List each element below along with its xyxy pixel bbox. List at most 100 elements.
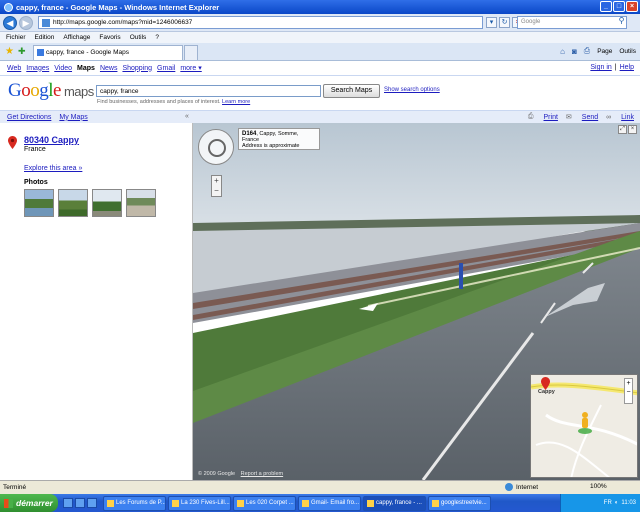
link-link[interactable]: Link bbox=[621, 114, 634, 121]
quick-launch-icon[interactable] bbox=[87, 498, 97, 508]
tools-menu[interactable]: Outils bbox=[619, 48, 636, 55]
get-directions-link[interactable]: Get Directions bbox=[7, 114, 51, 121]
google-bar: Web Images Video Maps News Shopping Gmai… bbox=[0, 61, 640, 75]
forward-button[interactable]: ▶ bbox=[19, 15, 33, 30]
add-favorite-icon[interactable]: ✚ bbox=[18, 46, 26, 57]
menu-help[interactable]: ? bbox=[155, 34, 159, 41]
fullscreen-icon[interactable]: ⤢ bbox=[618, 125, 627, 134]
close-button[interactable]: × bbox=[626, 1, 638, 12]
photo-thumbnail[interactable] bbox=[126, 189, 156, 217]
mini-map-zoom[interactable]: + − bbox=[624, 378, 633, 404]
photo-thumbnail[interactable] bbox=[58, 189, 88, 217]
menu-favoris[interactable]: Favoris bbox=[99, 34, 120, 41]
zoom-out-button[interactable]: − bbox=[212, 186, 221, 196]
address-bar: ◀ ▶ http://maps.google.com/maps?mid=1246… bbox=[0, 14, 640, 32]
photo-thumbnail[interactable] bbox=[92, 189, 122, 217]
close-street-view-icon[interactable]: × bbox=[628, 125, 637, 134]
my-maps-link[interactable]: My Maps bbox=[59, 114, 87, 121]
taskbar: démarrer Les Forums de P... La 230 Fives… bbox=[0, 494, 640, 512]
search-maps-button[interactable]: Search Maps bbox=[323, 84, 380, 98]
app-icon bbox=[432, 499, 439, 507]
task-button-active[interactable]: cappy, france - ... bbox=[363, 495, 426, 511]
print-link[interactable]: Print bbox=[544, 114, 558, 121]
tab-active[interactable]: cappy, france - Google Maps bbox=[33, 45, 183, 60]
feeds-icon[interactable]: ◙ bbox=[572, 47, 577, 56]
sign-in-link[interactable]: Sign in bbox=[590, 64, 611, 71]
page-menu[interactable]: Page bbox=[597, 48, 612, 55]
clock[interactable]: 11:03 bbox=[621, 500, 636, 506]
refresh-icon[interactable]: ↻ bbox=[499, 17, 510, 28]
explore-area-link[interactable]: Explore this area » bbox=[24, 165, 82, 172]
zoom-in-button[interactable]: + bbox=[212, 176, 221, 186]
favorites-star-icon[interactable]: ★ bbox=[5, 46, 14, 57]
maximize-button[interactable]: □ bbox=[613, 1, 625, 12]
gbar-video[interactable]: Video bbox=[54, 65, 72, 72]
task-list: Les Forums de P... La 230 Fives-Lill... … bbox=[103, 495, 491, 511]
search-hint: Find businesses, addresses and places of… bbox=[97, 99, 250, 105]
search-icon[interactable]: ⚲ bbox=[616, 16, 627, 29]
search-options-link[interactable]: Show search options bbox=[384, 87, 440, 93]
new-tab-button[interactable] bbox=[184, 45, 198, 60]
photos-heading: Photos bbox=[24, 179, 48, 186]
mini-zoom-out-button[interactable]: − bbox=[625, 388, 632, 397]
task-button[interactable]: Les 020 Corpet ... bbox=[233, 495, 296, 511]
maps-search-input[interactable]: cappy, france bbox=[96, 85, 321, 97]
mini-zoom-in-button[interactable]: + bbox=[625, 379, 632, 388]
gbar-web[interactable]: Web bbox=[7, 65, 21, 72]
zone-label: Internet bbox=[516, 483, 539, 491]
gbar-separator: | bbox=[614, 64, 617, 71]
language-indicator[interactable]: FR bbox=[604, 500, 612, 506]
help-link[interactable]: Help bbox=[620, 64, 634, 71]
quick-launch-icon[interactable] bbox=[63, 498, 73, 508]
mini-map[interactable]: Cappy + − bbox=[530, 374, 638, 478]
task-button[interactable]: googlestreetvie... bbox=[428, 495, 491, 511]
photo-thumbnail[interactable] bbox=[24, 189, 54, 217]
menu-outils[interactable]: Outils bbox=[130, 34, 147, 41]
street-view-nav-control[interactable] bbox=[198, 129, 234, 165]
copyright-text: © 2009 Google bbox=[198, 471, 236, 477]
quick-launch bbox=[63, 498, 97, 508]
send-link[interactable]: Send bbox=[582, 114, 598, 121]
collapse-sidebar-icon[interactable]: « bbox=[185, 113, 189, 120]
gbar-images[interactable]: Images bbox=[26, 65, 49, 72]
start-button[interactable]: démarrer bbox=[0, 494, 58, 512]
menu-bar: Fichier Edition Affichage Favoris Outils… bbox=[0, 32, 640, 43]
tab-bar: ★ ✚ cappy, france - Google Maps ⌂ ◙ ⎙ Pa… bbox=[0, 43, 640, 61]
zoom-level[interactable]: 100% bbox=[590, 483, 607, 490]
menu-fichier[interactable]: Fichier bbox=[6, 34, 26, 41]
street-view-panorama[interactable]: + − D164, Cappy, Somme, France Address i… bbox=[193, 123, 640, 480]
menu-edition[interactable]: Edition bbox=[35, 34, 55, 41]
pegman-icon[interactable] bbox=[577, 411, 593, 435]
street-view-zoom[interactable]: + − bbox=[211, 175, 222, 197]
gbar-news[interactable]: News bbox=[100, 65, 118, 72]
google-maps-logo[interactable]: Google maps bbox=[8, 80, 94, 102]
home-icon[interactable]: ⌂ bbox=[560, 47, 565, 56]
pan-ring-icon[interactable] bbox=[208, 139, 226, 157]
menu-affichage[interactable]: Affichage bbox=[63, 34, 90, 41]
task-label: cappy, france - ... bbox=[376, 500, 422, 506]
learn-more-link[interactable]: Learn more bbox=[222, 99, 250, 105]
tab-label: cappy, france - Google Maps bbox=[46, 49, 129, 56]
place-title-link[interactable]: 80340 Cappy bbox=[24, 135, 79, 145]
minimize-button[interactable]: _ bbox=[600, 1, 612, 12]
start-label: démarrer bbox=[16, 498, 53, 508]
tray-icon[interactable]: ◐ bbox=[615, 500, 619, 506]
task-button[interactable]: La 230 Fives-Lill... bbox=[168, 495, 231, 511]
task-label: La 230 Fives-Lill... bbox=[181, 500, 230, 506]
gbar-shopping[interactable]: Shopping bbox=[122, 65, 152, 72]
window-title: cappy, france - Google Maps - Windows In… bbox=[16, 2, 220, 12]
report-problem-link[interactable]: Report a problem bbox=[241, 471, 284, 477]
task-button[interactable]: Gmail- Email fro... bbox=[298, 495, 361, 511]
gbar-gmail[interactable]: Gmail bbox=[157, 65, 175, 72]
task-button[interactable]: Les Forums de P... bbox=[103, 495, 166, 511]
back-button[interactable]: ◀ bbox=[3, 15, 17, 30]
print-icon[interactable]: ⎙ bbox=[584, 46, 590, 56]
gbar-more[interactable]: more ▾ bbox=[180, 64, 201, 72]
quick-launch-icon[interactable] bbox=[75, 498, 85, 508]
browser-search-input[interactable]: Google bbox=[517, 16, 627, 29]
dropdown-icon[interactable]: ▾ bbox=[486, 17, 497, 28]
gbar-maps-current: Maps bbox=[77, 64, 95, 72]
url-field[interactable]: http://maps.google.com/maps?mid=12460066… bbox=[38, 16, 483, 29]
globe-icon bbox=[505, 483, 513, 491]
status-text: Terminé bbox=[3, 484, 27, 491]
